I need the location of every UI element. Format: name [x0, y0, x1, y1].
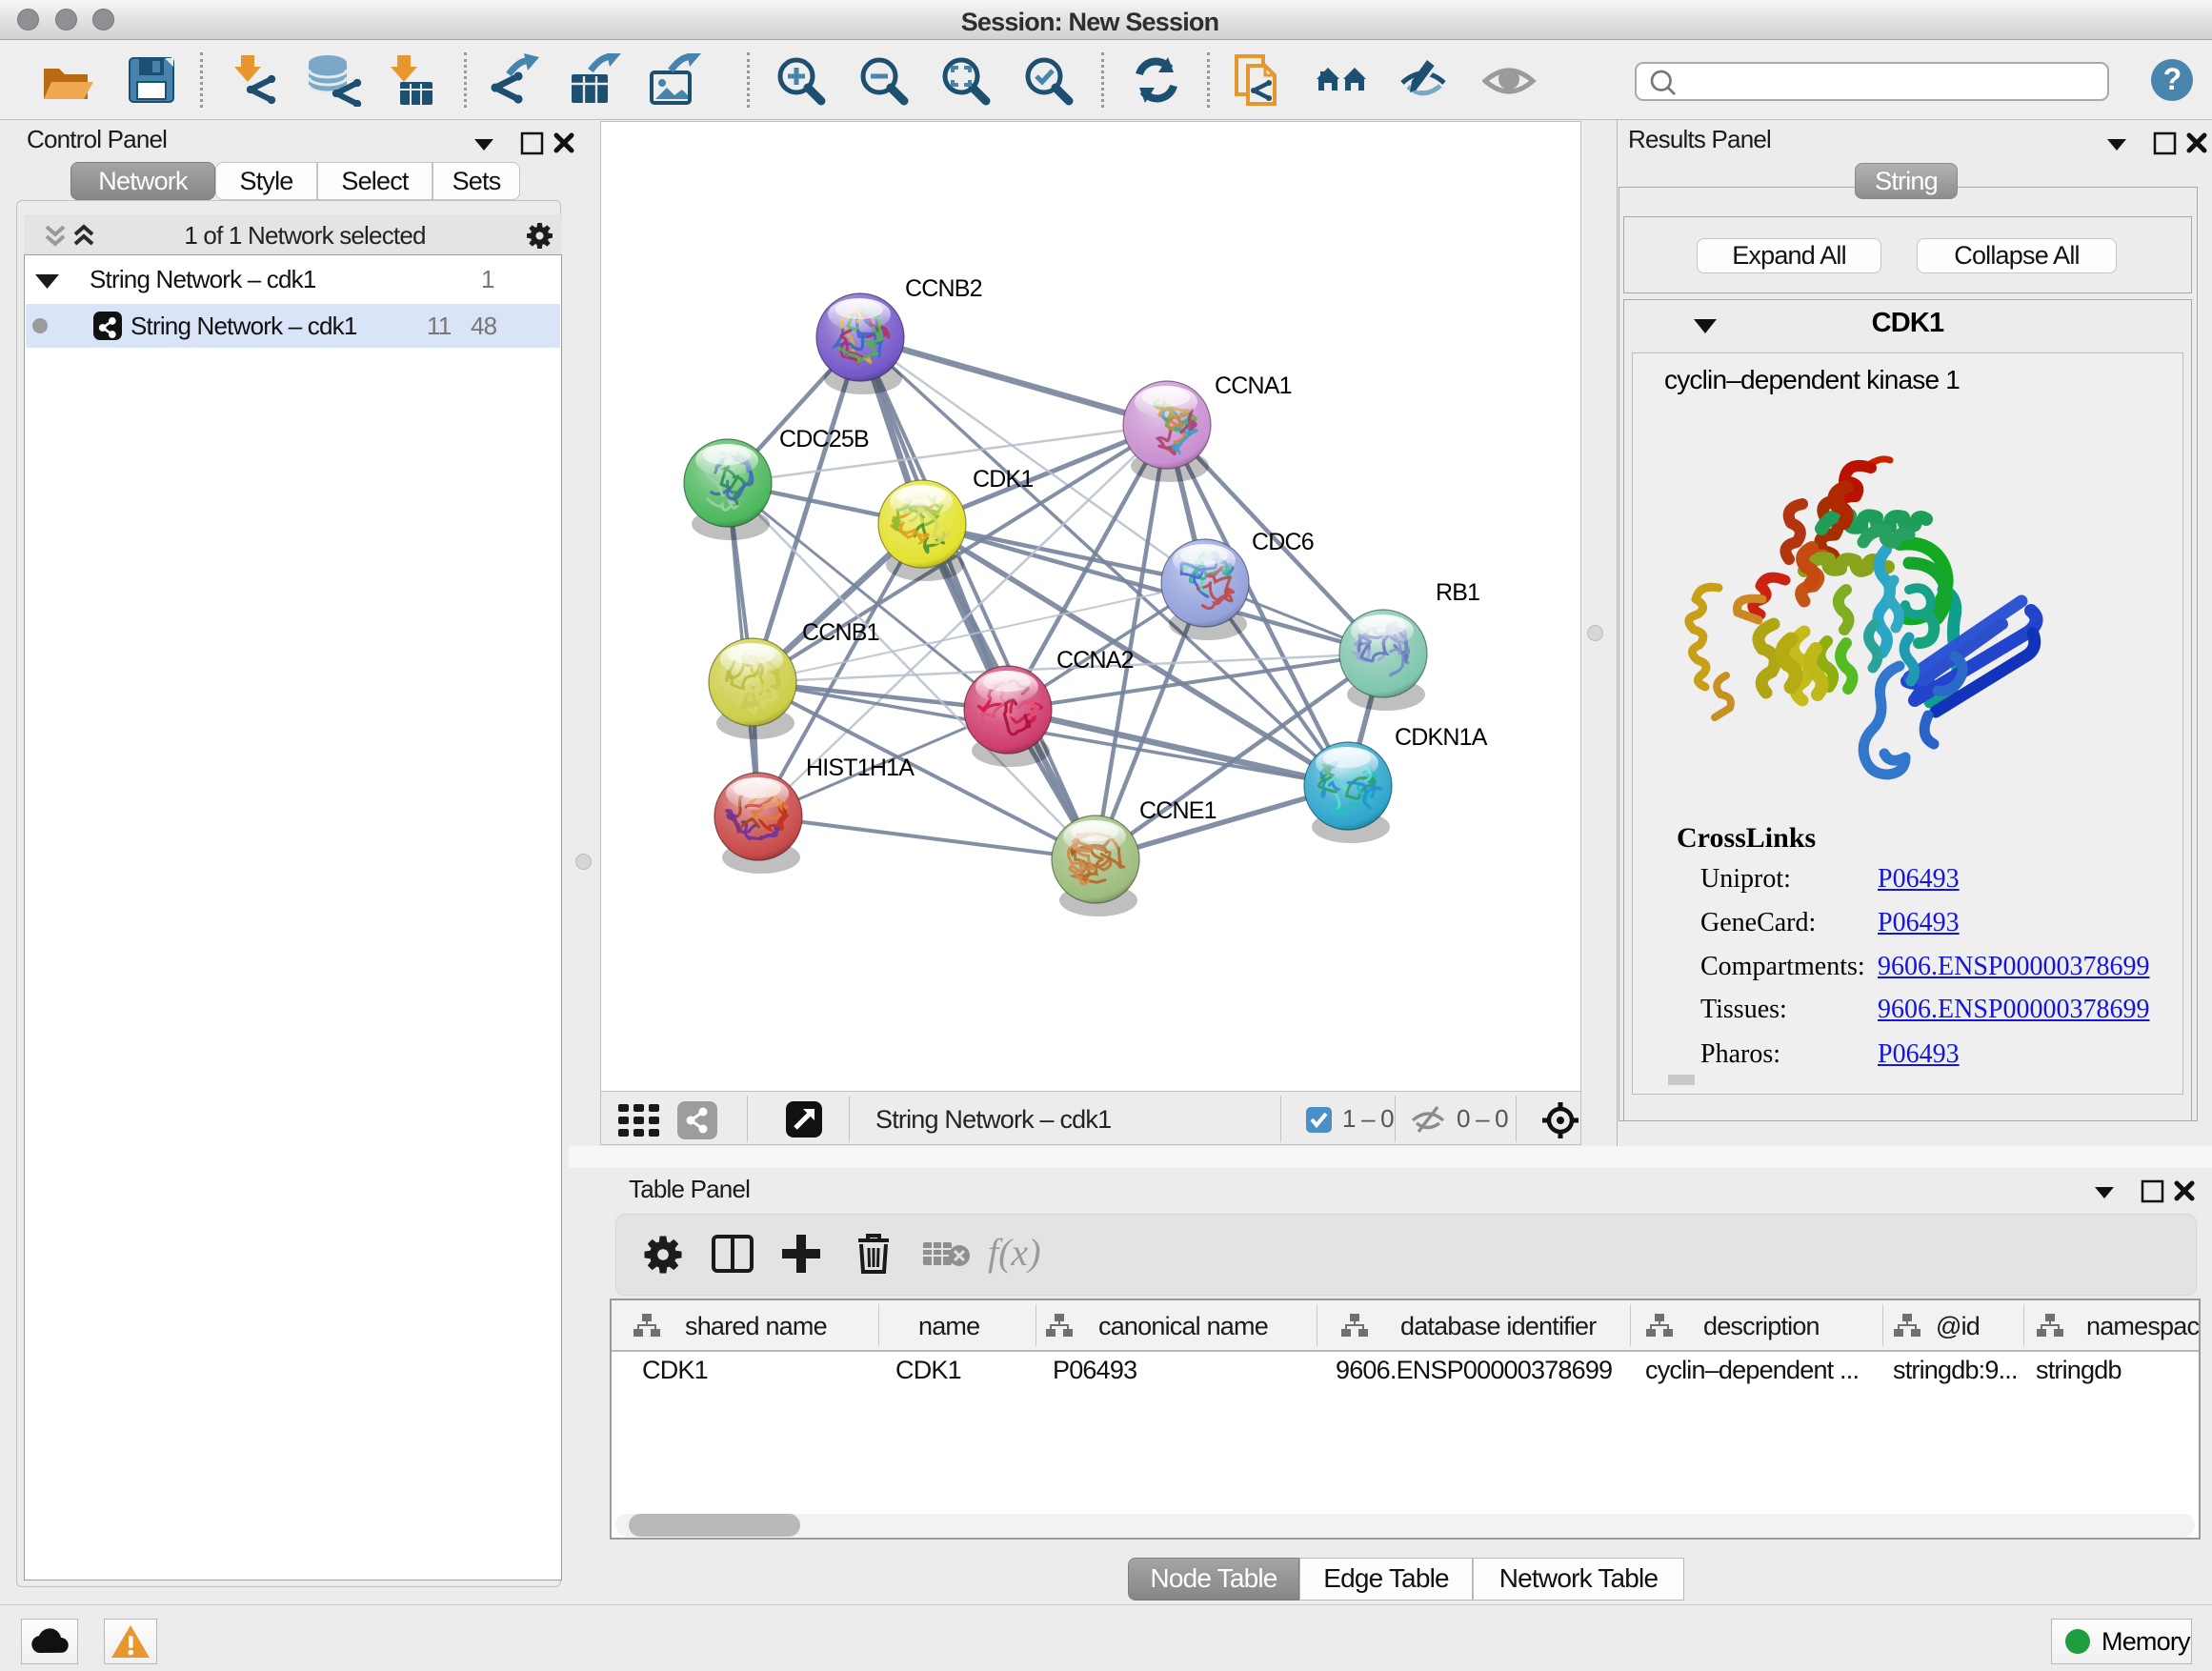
svg-text:HIST1H1A: HIST1H1A [806, 755, 915, 781]
svg-text:CCNA1: CCNA1 [1215, 372, 1292, 399]
svg-text:CDC25B: CDC25B [779, 426, 869, 453]
svg-text:CCNE1: CCNE1 [1139, 797, 1217, 824]
svg-text:CCNB1: CCNB1 [802, 619, 879, 646]
svg-text:?: ? [2163, 62, 2182, 96]
svg-text:CCNA2: CCNA2 [1056, 647, 1134, 674]
svg-text:CDK1: CDK1 [973, 466, 1034, 493]
svg-text:RB1: RB1 [1436, 579, 1479, 606]
svg-text:CCNB2: CCNB2 [905, 275, 982, 302]
svg-text:CDKN1A: CDKN1A [1395, 724, 1488, 751]
svg-text:CDC6: CDC6 [1252, 529, 1314, 555]
